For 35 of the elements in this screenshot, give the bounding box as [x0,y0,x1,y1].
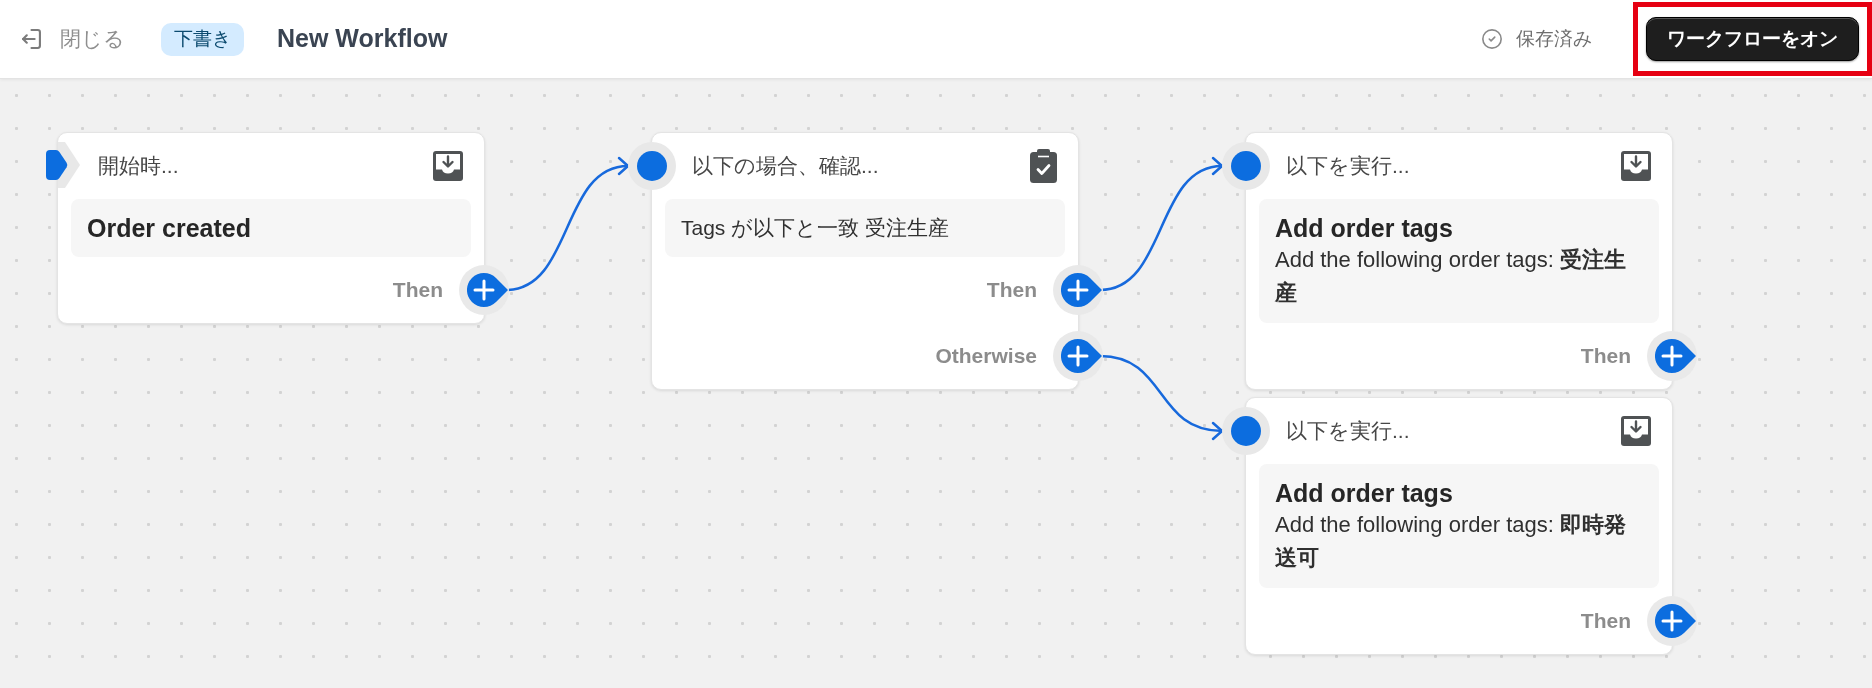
add-step-button[interactable] [1053,331,1103,381]
branch-label: Then [392,277,443,304]
add-step-button[interactable] [1647,331,1697,381]
turn-on-workflow-button[interactable]: ワークフローをオン [1646,17,1859,61]
plus-icon [1061,339,1102,373]
step-description: Tags が以下と一致 受注生産 [681,215,951,241]
status-badge: 下書き [161,22,244,56]
branch-label: Then [986,277,1037,304]
tray-download-icon [1621,151,1651,181]
add-step-button[interactable] [459,265,509,315]
branch-label: Then [1580,608,1631,635]
step-title: 開始時... [98,153,179,180]
branch-label: Otherwise [935,343,1037,370]
step-title: 以下を実行... [1286,418,1410,445]
step-heading: Order created [87,213,252,243]
tray-download-icon [1621,416,1651,446]
exit-icon [22,29,41,49]
step-description: Add the following order tags: 即時発送可 [1275,511,1627,572]
save-status: 保存済み [1516,26,1592,51]
plus-icon [1655,339,1696,373]
branch-label: Then [1580,343,1631,370]
plus-icon [467,273,508,307]
plus-icon [1061,273,1102,307]
tray-download-icon [433,151,463,181]
saved-check-icon [1481,28,1503,50]
step-title: 以下を実行... [1286,153,1410,180]
workflow-title: New Workflow [277,23,448,55]
add-step-button[interactable] [1053,265,1103,315]
clipboard-check-icon [1030,149,1057,183]
step-title: 以下の場合、確認... [692,153,879,180]
plus-icon [1655,604,1696,638]
step-description: Add the following order tags: 受注生産 [1275,246,1627,307]
step-heading: Add order tags [1275,213,1454,243]
step-heading: Add order tags [1275,478,1454,508]
add-step-button[interactable] [1647,596,1697,646]
